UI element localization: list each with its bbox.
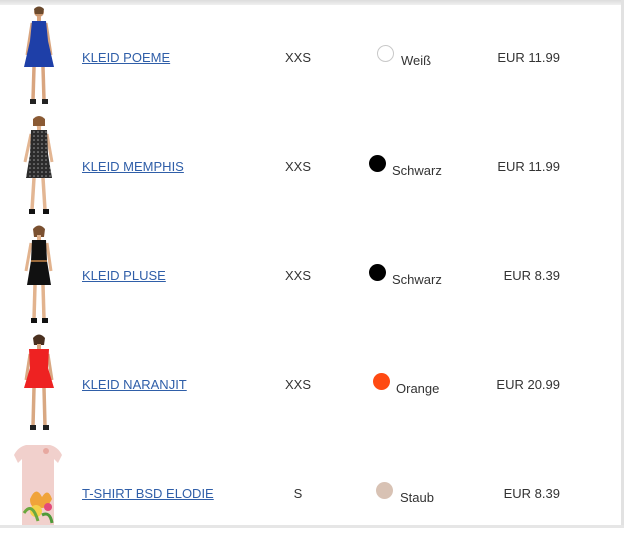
color-swatch [369,264,386,281]
black-dress-icon[interactable] [12,223,64,327]
color-name: Weiß [401,53,432,68]
color-swatch [369,155,386,172]
price: EUR 20.99 [496,377,560,392]
list-item: KLEID POEME XXS Weiß EUR 11.99 [0,5,620,114]
list-item: KLEID MEMPHIS XXS Schwarz EUR 11.99 [0,114,620,223]
price: EUR 8.39 [503,486,560,501]
product-name-link[interactable]: KLEID NARANJIT [82,377,187,392]
black-dotted-dress-icon[interactable] [12,114,64,218]
list-item: T-SHIRT BSD ELODIE S Staub EUR 8.39 [0,441,620,550]
product-name-link[interactable]: KLEID POEME [82,50,170,65]
color-name: Schwarz [392,272,442,287]
size-label: XXS [284,159,311,174]
color-name: Schwarz [392,163,442,178]
list-item: KLEID PLUSE XXS Schwarz EUR 8.39 [0,223,620,332]
product-name-link[interactable]: KLEID PLUSE [82,268,166,283]
size-label: XXS [284,268,311,283]
product-name-link[interactable]: KLEID MEMPHIS [82,159,184,174]
floral-tshirt-icon[interactable] [12,441,64,545]
color-swatch [373,373,390,390]
color-name: Orange [396,381,440,396]
size-label: XXS [284,50,311,65]
product-name-link[interactable]: T-SHIRT BSD ELODIE [82,486,214,501]
red-dress-icon[interactable] [12,332,64,436]
color-swatch [377,45,394,62]
color-name: Staub [400,490,434,505]
price: EUR 8.39 [503,268,560,283]
size-label: XXS [284,377,311,392]
size-label: S [293,486,303,501]
blue-dress-icon[interactable] [12,5,64,109]
price: EUR 11.99 [497,159,560,174]
list-item: KLEID NARANJIT XXS Orange EUR 20.99 [0,332,620,441]
price: EUR 11.99 [497,50,560,65]
color-swatch [376,482,393,499]
